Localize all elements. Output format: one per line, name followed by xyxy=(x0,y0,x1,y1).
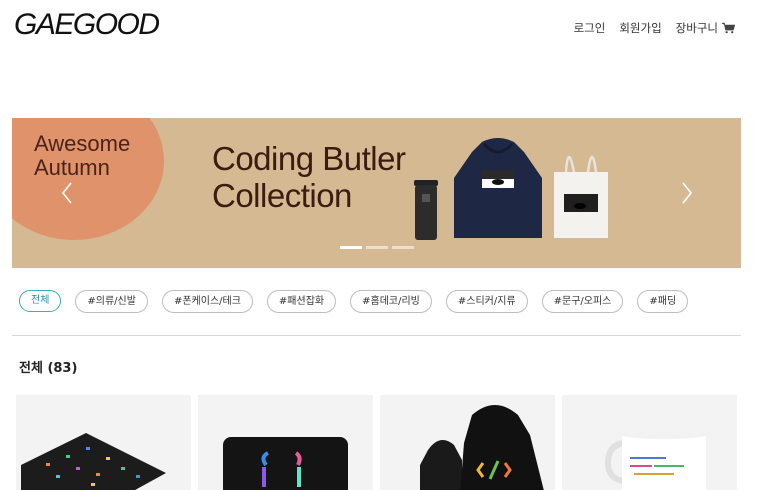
category-chip-stationery[interactable]: #문구/오피스 xyxy=(541,290,624,313)
cart-link[interactable]: 장바구니 xyxy=(676,20,735,36)
banner-indicator-3[interactable] xyxy=(392,246,414,249)
section-divider xyxy=(12,335,741,336)
laptop-sleeve-art-icon xyxy=(223,437,348,490)
site-logo[interactable]: GAEGOOD xyxy=(14,8,160,42)
banner-title-line2: Collection xyxy=(212,177,352,214)
category-filter: 전체 #의류/신발 #폰케이스/테크 #패션잡화 #홈데코/리빙 #스티커/지류… xyxy=(19,290,689,313)
hoodie-art-icon xyxy=(420,405,544,490)
category-chip-clothing[interactable]: #의류/신발 xyxy=(75,290,148,313)
product-card-mousepad[interactable] xyxy=(16,395,191,490)
banner-title-line1: Coding Butler xyxy=(212,140,406,177)
banner-indicator-1[interactable] xyxy=(340,246,362,249)
mousepad-art-icon xyxy=(21,433,166,490)
banner-prev-arrow-icon[interactable] xyxy=(58,180,76,206)
cart-label: 장바구니 xyxy=(675,21,718,35)
category-chip-padding[interactable]: #패딩 xyxy=(637,290,689,313)
mug-art-icon xyxy=(604,431,706,490)
tumbler-image xyxy=(414,180,438,240)
category-chip-phonecase[interactable]: #폰케이스/테크 xyxy=(161,290,253,313)
category-chip-all[interactable]: 전체 xyxy=(19,290,62,312)
tote-bag-image xyxy=(554,155,608,238)
top-nav: 로그인 회원가입 장바구니 xyxy=(574,20,735,36)
banner-indicators xyxy=(340,246,414,249)
banner-tag-line2: Autumn xyxy=(34,155,110,180)
banner-tag-line1: Awesome xyxy=(34,131,131,156)
product-grid xyxy=(16,395,737,490)
category-chip-homedeco[interactable]: #홈데코/리빙 xyxy=(350,290,432,313)
product-card-laptop-sleeve[interactable] xyxy=(198,395,373,490)
category-chip-fashion[interactable]: #패션잡화 xyxy=(266,290,337,313)
hoodie-image xyxy=(454,138,542,238)
product-card-mug[interactable] xyxy=(562,395,737,490)
category-chip-sticker[interactable]: #스티커/지류 xyxy=(445,290,528,313)
cart-icon xyxy=(722,22,735,34)
promo-banner[interactable]: Awesome Autumn Coding Butler Collection xyxy=(12,118,741,268)
banner-tag: Awesome Autumn xyxy=(34,132,130,180)
signup-link[interactable]: 회원가입 xyxy=(619,20,661,36)
product-card-hoodie[interactable] xyxy=(380,395,555,490)
login-link[interactable]: 로그인 xyxy=(574,20,606,36)
section-title: 전체 (83) xyxy=(19,361,78,376)
banner-title: Coding Butler Collection xyxy=(212,140,406,214)
banner-indicator-2[interactable] xyxy=(366,246,388,249)
banner-next-arrow-icon[interactable] xyxy=(678,180,696,206)
